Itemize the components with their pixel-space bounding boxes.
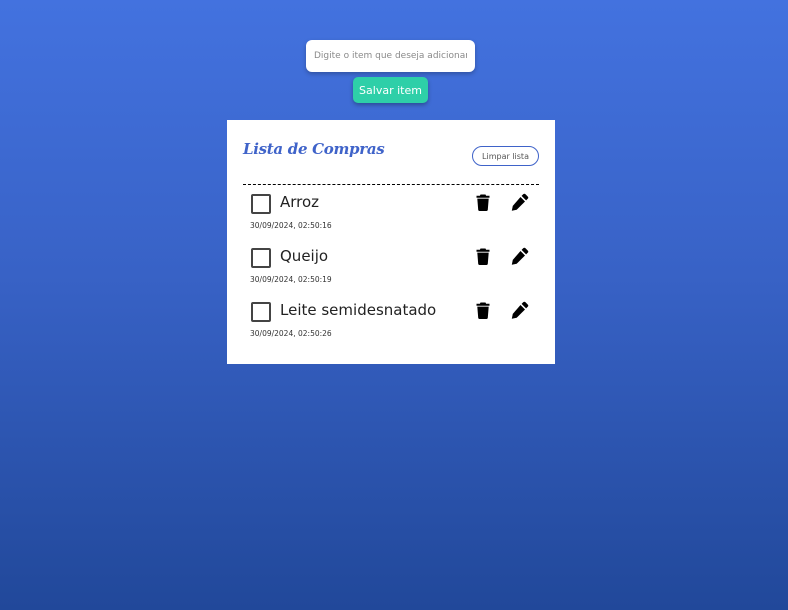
clear-list-button[interactable]: Limpar lista bbox=[472, 146, 539, 166]
pencil-icon[interactable] bbox=[510, 192, 530, 212]
item-input[interactable] bbox=[306, 40, 475, 72]
list-item: Arroz 30/09/2024, 02:50:16 bbox=[227, 184, 555, 238]
list-item: Leite semidesnatado 30/09/2024, 02:50:26 bbox=[227, 292, 555, 346]
item-name: Leite semidesnatado bbox=[280, 301, 437, 319]
list-item: Queijo 30/09/2024, 02:50:19 bbox=[227, 238, 555, 292]
pencil-icon[interactable] bbox=[510, 300, 530, 320]
trash-icon[interactable] bbox=[473, 246, 493, 266]
list-title: Lista de Compras bbox=[243, 140, 385, 158]
item-checkbox[interactable] bbox=[251, 248, 271, 268]
shopping-list-card: Lista de Compras Limpar lista Arroz 30/0… bbox=[227, 120, 555, 364]
item-date: 30/09/2024, 02:50:16 bbox=[250, 221, 332, 230]
item-checkbox[interactable] bbox=[251, 302, 271, 322]
item-name: Queijo bbox=[280, 247, 329, 265]
item-date: 30/09/2024, 02:50:19 bbox=[250, 275, 332, 284]
pencil-icon[interactable] bbox=[510, 246, 530, 266]
item-date: 30/09/2024, 02:50:26 bbox=[250, 329, 332, 338]
trash-icon[interactable] bbox=[473, 300, 493, 320]
trash-icon[interactable] bbox=[473, 192, 493, 212]
item-checkbox[interactable] bbox=[251, 194, 271, 214]
item-name: Arroz bbox=[280, 193, 320, 211]
save-item-button[interactable]: Salvar item bbox=[353, 77, 428, 103]
item-list: Arroz 30/09/2024, 02:50:16 Queijo 30/09/… bbox=[227, 184, 555, 346]
